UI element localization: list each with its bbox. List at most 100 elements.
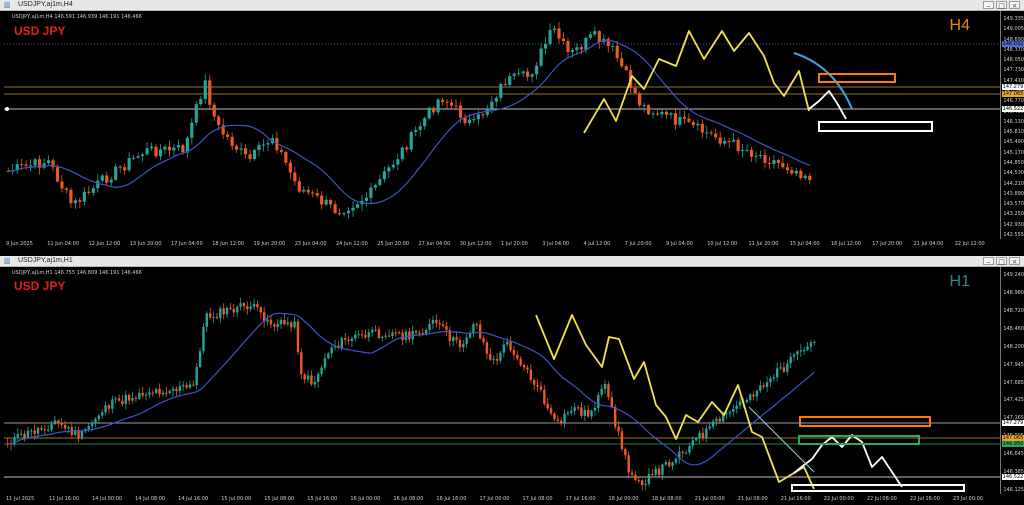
timeframe-label: H1 [949, 273, 970, 290]
candle-body [235, 146, 239, 150]
candle-body [732, 409, 735, 412]
candle-body [384, 335, 387, 337]
candle-body [404, 331, 408, 341]
candle-body [687, 118, 691, 122]
time-tick-label: 21 Jul 04:00 [913, 241, 944, 247]
candle-body [190, 122, 194, 138]
candle-body [36, 427, 40, 434]
maximize-button[interactable]: □ [996, 1, 1007, 10]
candle-body [107, 405, 111, 409]
minimize-button[interactable]: – [983, 1, 994, 10]
minimize-button[interactable]: – [983, 257, 994, 266]
price-tick-label: 147.730 [1003, 67, 1024, 74]
orange-zone-box [799, 416, 931, 427]
candle-body [342, 213, 346, 215]
candle-body [698, 432, 701, 438]
candle-body [69, 189, 73, 204]
candle-body [641, 480, 644, 486]
candle-body [749, 394, 752, 401]
candle-body [215, 316, 219, 319]
candle-body [188, 384, 192, 388]
candle-body [425, 329, 428, 334]
price-plot[interactable]: USDJPY,aj1m,H1 146.755 146.809 146.191 1… [4, 267, 1000, 494]
time-axis[interactable]: 11 Jul 2025 11 Jul 16:00 14 Jul 00:00 14 Ju… [4, 494, 1000, 504]
time-tick-label: 16 Jul 12:00 [831, 241, 861, 247]
candlestick-chart[interactable] [4, 11, 1000, 239]
candle-body [669, 113, 673, 115]
candle-body [131, 397, 134, 401]
candle-body [495, 358, 499, 361]
candle-body [283, 319, 286, 325]
price-plot[interactable]: USDJPY,aj1m,H4 146.591 146.939 146.191 1… [4, 11, 1000, 239]
candle-body [813, 341, 816, 343]
candle-body [414, 129, 418, 132]
candle-body [195, 366, 198, 386]
chart-window-h4[interactable]: ▥ USDJPY,aj1m,H4 – □ × USDJPY,aj1m,H4 14… [0, 0, 1024, 250]
candle-body [624, 448, 627, 456]
candle-body [644, 483, 647, 486]
candle-body [516, 354, 519, 359]
price-tick-label: 143.570 [1003, 201, 1024, 208]
candle-body [467, 119, 472, 124]
candle-body [583, 409, 586, 416]
candle-body [346, 210, 351, 214]
window-titlebar[interactable]: ▥ USDJPY,aj1m,H1 – □ × [0, 256, 1024, 267]
candle-body [290, 322, 293, 328]
candle-body [533, 380, 536, 385]
candle-body [87, 191, 91, 193]
price-axis[interactable]: 149.240 148.980 148.720 148.460 148.200 147.9… [1000, 267, 1024, 494]
candle-body [117, 398, 121, 401]
candle-body [765, 382, 769, 387]
candle-body [642, 105, 646, 107]
time-tick-label: 18 Jul 00:00 [608, 496, 639, 502]
candle-body [521, 71, 525, 74]
candle-body [691, 121, 695, 126]
time-tick-label: 17 Jul 08:00 [522, 496, 553, 502]
candle-body [786, 363, 789, 372]
chart-window-h1[interactable]: ▥ USDJPY,aj1m,H1 – □ × USDJPY,aj1m,H1 14… [0, 256, 1024, 505]
candle-body [57, 420, 60, 423]
candle-body [682, 116, 686, 119]
candle-body [749, 149, 754, 157]
candle-body [315, 193, 319, 196]
candle-body [785, 167, 789, 171]
candle-body [790, 170, 794, 174]
candle-body [273, 324, 276, 327]
window-titlebar[interactable]: ▥ USDJPY,aj1m,H4 – □ × [0, 0, 1024, 11]
window-title: USDJPY,aj1m,H1 [18, 257, 73, 264]
candle-body [627, 455, 630, 473]
candle-body [590, 410, 593, 417]
candle-body [745, 400, 748, 402]
price-level-tag: 146.522 [1002, 474, 1024, 480]
close-button[interactable]: × [1009, 257, 1020, 266]
candle-body [63, 424, 67, 429]
candle-body [502, 344, 505, 353]
time-tick-label: 22 Jul 12:00 [954, 241, 985, 247]
candle-body [239, 303, 242, 307]
price-tick-label: 148.050 [1003, 57, 1024, 64]
candle-body [490, 101, 494, 109]
candle-body [141, 154, 145, 157]
candle-body [73, 200, 77, 204]
time-tick-label: 15 Jul 08:00 [264, 496, 295, 502]
candle-body [145, 148, 149, 155]
candle-body [436, 99, 440, 113]
close-button[interactable]: × [1009, 1, 1020, 10]
time-tick-label: 14 Jul 00:00 [92, 496, 123, 502]
candle-body [566, 412, 570, 414]
candle-body [418, 332, 421, 334]
price-axis[interactable]: 149.335 149.005 148.690 148.370 148.050 147.7… [1000, 11, 1024, 239]
candle-body [671, 462, 674, 467]
candle-body [248, 154, 252, 160]
candle-body [661, 464, 664, 475]
candle-body [792, 354, 796, 357]
maximize-button[interactable]: □ [996, 257, 1007, 266]
time-axis[interactable]: 9 Jun 2025 11 Jun 04:00 12 Jun 12:00 13 Jun… [4, 239, 1000, 249]
candle-body [78, 200, 82, 202]
candlestick-chart[interactable] [4, 267, 1000, 494]
candle-body [118, 166, 122, 168]
candle-body [284, 151, 288, 163]
price-tick-label: 144.210 [1003, 180, 1024, 187]
candle-body [794, 170, 798, 174]
candle-body [91, 188, 95, 193]
